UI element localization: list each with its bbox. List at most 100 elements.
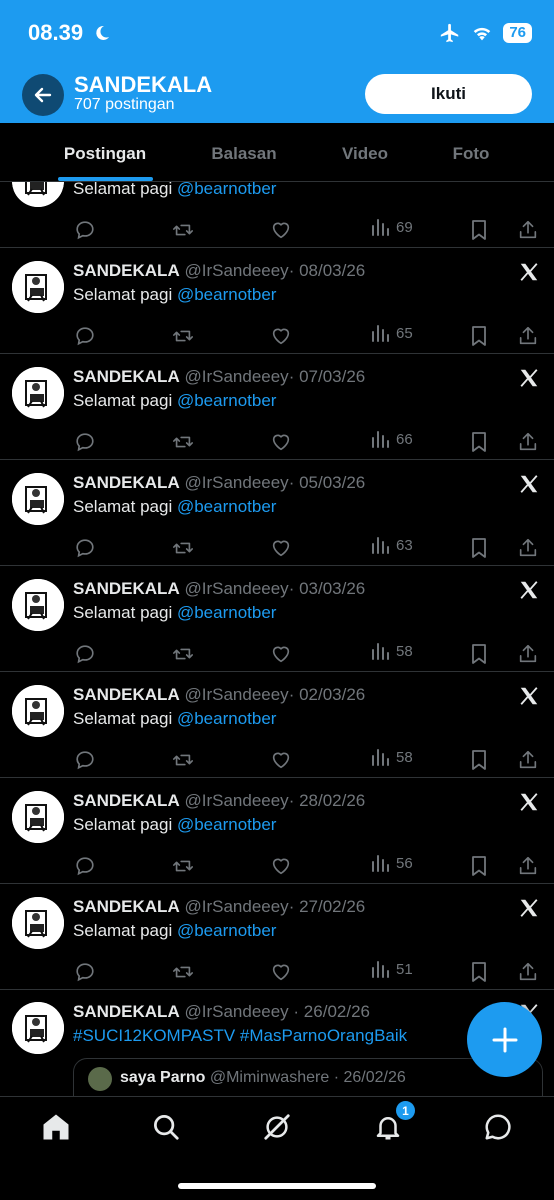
like-button[interactable] [270,749,292,776]
retweet-button[interactable] [171,749,195,776]
avatar[interactable] [12,367,64,419]
tweet-author[interactable]: SANDEKALA [73,897,180,916]
tweet-item[interactable]: Selamat pagi @bearnotber 69 [0,182,554,248]
retweet-button[interactable] [171,219,195,246]
tweet-author[interactable]: SANDEKALA [73,791,180,810]
tweet-mention[interactable]: @bearnotber [177,815,277,834]
like-button[interactable] [270,431,292,458]
tweet-item[interactable]: SANDEKALA @IrSandeeey· 28/02/26 Selamat p… [0,777,554,884]
tweet-author[interactable]: SANDEKALA [73,579,180,598]
tweet-author[interactable]: SANDEKALA [73,1002,180,1021]
views-button[interactable]: 56 [370,853,413,873]
bookmark-button[interactable] [469,961,489,988]
avatar[interactable] [12,791,64,843]
tab-video[interactable]: Video [342,144,388,164]
like-button[interactable] [270,855,292,882]
retweet-button[interactable] [171,537,195,564]
share-button[interactable] [517,219,539,246]
tweet-item[interactable]: SANDEKALA @IrSandeeey· 27/02/26 Selamat p… [0,883,554,990]
tweet-author[interactable]: SANDEKALA [73,685,180,704]
nav-messages[interactable] [478,1107,518,1147]
share-button[interactable] [517,855,539,882]
share-button[interactable] [517,537,539,564]
reply-icon [76,433,94,452]
bookmark-button[interactable] [469,643,489,670]
like-button[interactable] [270,537,292,564]
retweet-button[interactable] [171,855,195,882]
avatar[interactable] [12,182,64,207]
share-button[interactable] [517,325,539,352]
retweet-button[interactable] [171,431,195,458]
tweet-hashtags[interactable]: #SUCI12KOMPASTV #MasParnoOrangBaik [73,1026,407,1046]
tweet-mention[interactable]: @bearnotber [177,497,277,516]
bookmark-button[interactable] [469,219,489,246]
share-button[interactable] [517,961,539,988]
avatar[interactable] [12,685,64,737]
compose-button[interactable] [467,1002,542,1077]
tweet-mention[interactable]: @bearnotber [177,921,277,940]
nav-grok[interactable] [257,1107,297,1147]
like-button[interactable] [270,219,292,246]
bookmark-button[interactable] [469,537,489,564]
reply-button[interactable] [74,537,96,564]
avatar[interactable] [12,261,64,313]
tweet-date: · 28/02/26 [288,791,366,810]
like-button[interactable] [270,325,292,352]
retweet-button[interactable] [171,643,195,670]
tweet-mention[interactable]: @bearnotber [177,603,277,622]
views-button[interactable]: 63 [370,535,413,555]
reply-button[interactable] [74,219,96,246]
share-button[interactable] [517,431,539,458]
avatar[interactable] [12,1002,64,1054]
avatar[interactable] [12,579,64,631]
reply-button[interactable] [74,855,96,882]
quoted-tweet[interactable]: saya Parno @Miminwashere · 26/02/26 [73,1058,543,1096]
views-button[interactable]: 51 [370,959,413,979]
views-button[interactable]: 58 [370,747,413,767]
tweet-item[interactable]: SANDEKALA @IrSandeeey· 05/03/26 Selamat p… [0,459,554,566]
tweet-mention[interactable]: @bearnotber [177,391,277,410]
nav-home[interactable] [36,1107,76,1147]
retweet-button[interactable] [171,961,195,988]
views-button[interactable]: 69 [370,217,413,237]
share-button[interactable] [517,643,539,670]
tweet-mention[interactable]: @bearnotber [177,182,277,198]
tweet-item[interactable]: SANDEKALA @IrSandeeey· 07/03/26 Selamat p… [0,353,554,460]
retweet-button[interactable] [171,325,195,352]
views-button[interactable]: 58 [370,641,413,661]
bookmark-button[interactable] [469,431,489,458]
views-button[interactable]: 66 [370,429,413,449]
tab-replies[interactable]: Balasan [211,144,276,164]
like-button[interactable] [270,961,292,988]
back-button[interactable] [22,74,64,116]
avatar[interactable] [12,473,64,525]
avatar[interactable] [12,897,64,949]
tab-photos[interactable]: Foto [453,144,490,164]
tweet-author[interactable]: SANDEKALA [73,261,180,280]
bookmark-button[interactable] [469,855,489,882]
like-button[interactable] [270,643,292,670]
home-icon [43,1114,69,1140]
reply-button[interactable] [74,749,96,776]
tweet-item[interactable]: SANDEKALA @IrSandeeey· 02/03/26 Selamat p… [0,671,554,778]
reply-button[interactable] [74,325,96,352]
bookmark-button[interactable] [469,749,489,776]
reply-button[interactable] [74,961,96,988]
bookmark-button[interactable] [469,325,489,352]
reply-button[interactable] [74,643,96,670]
tweet-author[interactable]: SANDEKALA [73,473,180,492]
follow-button[interactable]: Ikuti [365,74,532,114]
x-logo [518,579,540,606]
share-button[interactable] [517,749,539,776]
nav-search[interactable] [146,1107,186,1147]
tweet-item[interactable]: SANDEKALA @IrSandeeey· 08/03/26 Selamat p… [0,247,554,354]
moon-icon [96,25,109,40]
timeline[interactable]: Selamat pagi @bearnotber 69 SANDEKALA @IrS… [0,182,554,1096]
views-button[interactable]: 65 [370,323,413,343]
reply-button[interactable] [74,431,96,458]
tweet-item[interactable]: SANDEKALA @IrSandeeey· 03/03/26 Selamat p… [0,565,554,672]
tweet-mention[interactable]: @bearnotber [177,709,277,728]
tweet-author[interactable]: SANDEKALA [73,367,180,386]
tab-posts[interactable]: Postingan [64,144,146,164]
tweet-mention[interactable]: @bearnotber [177,285,277,304]
